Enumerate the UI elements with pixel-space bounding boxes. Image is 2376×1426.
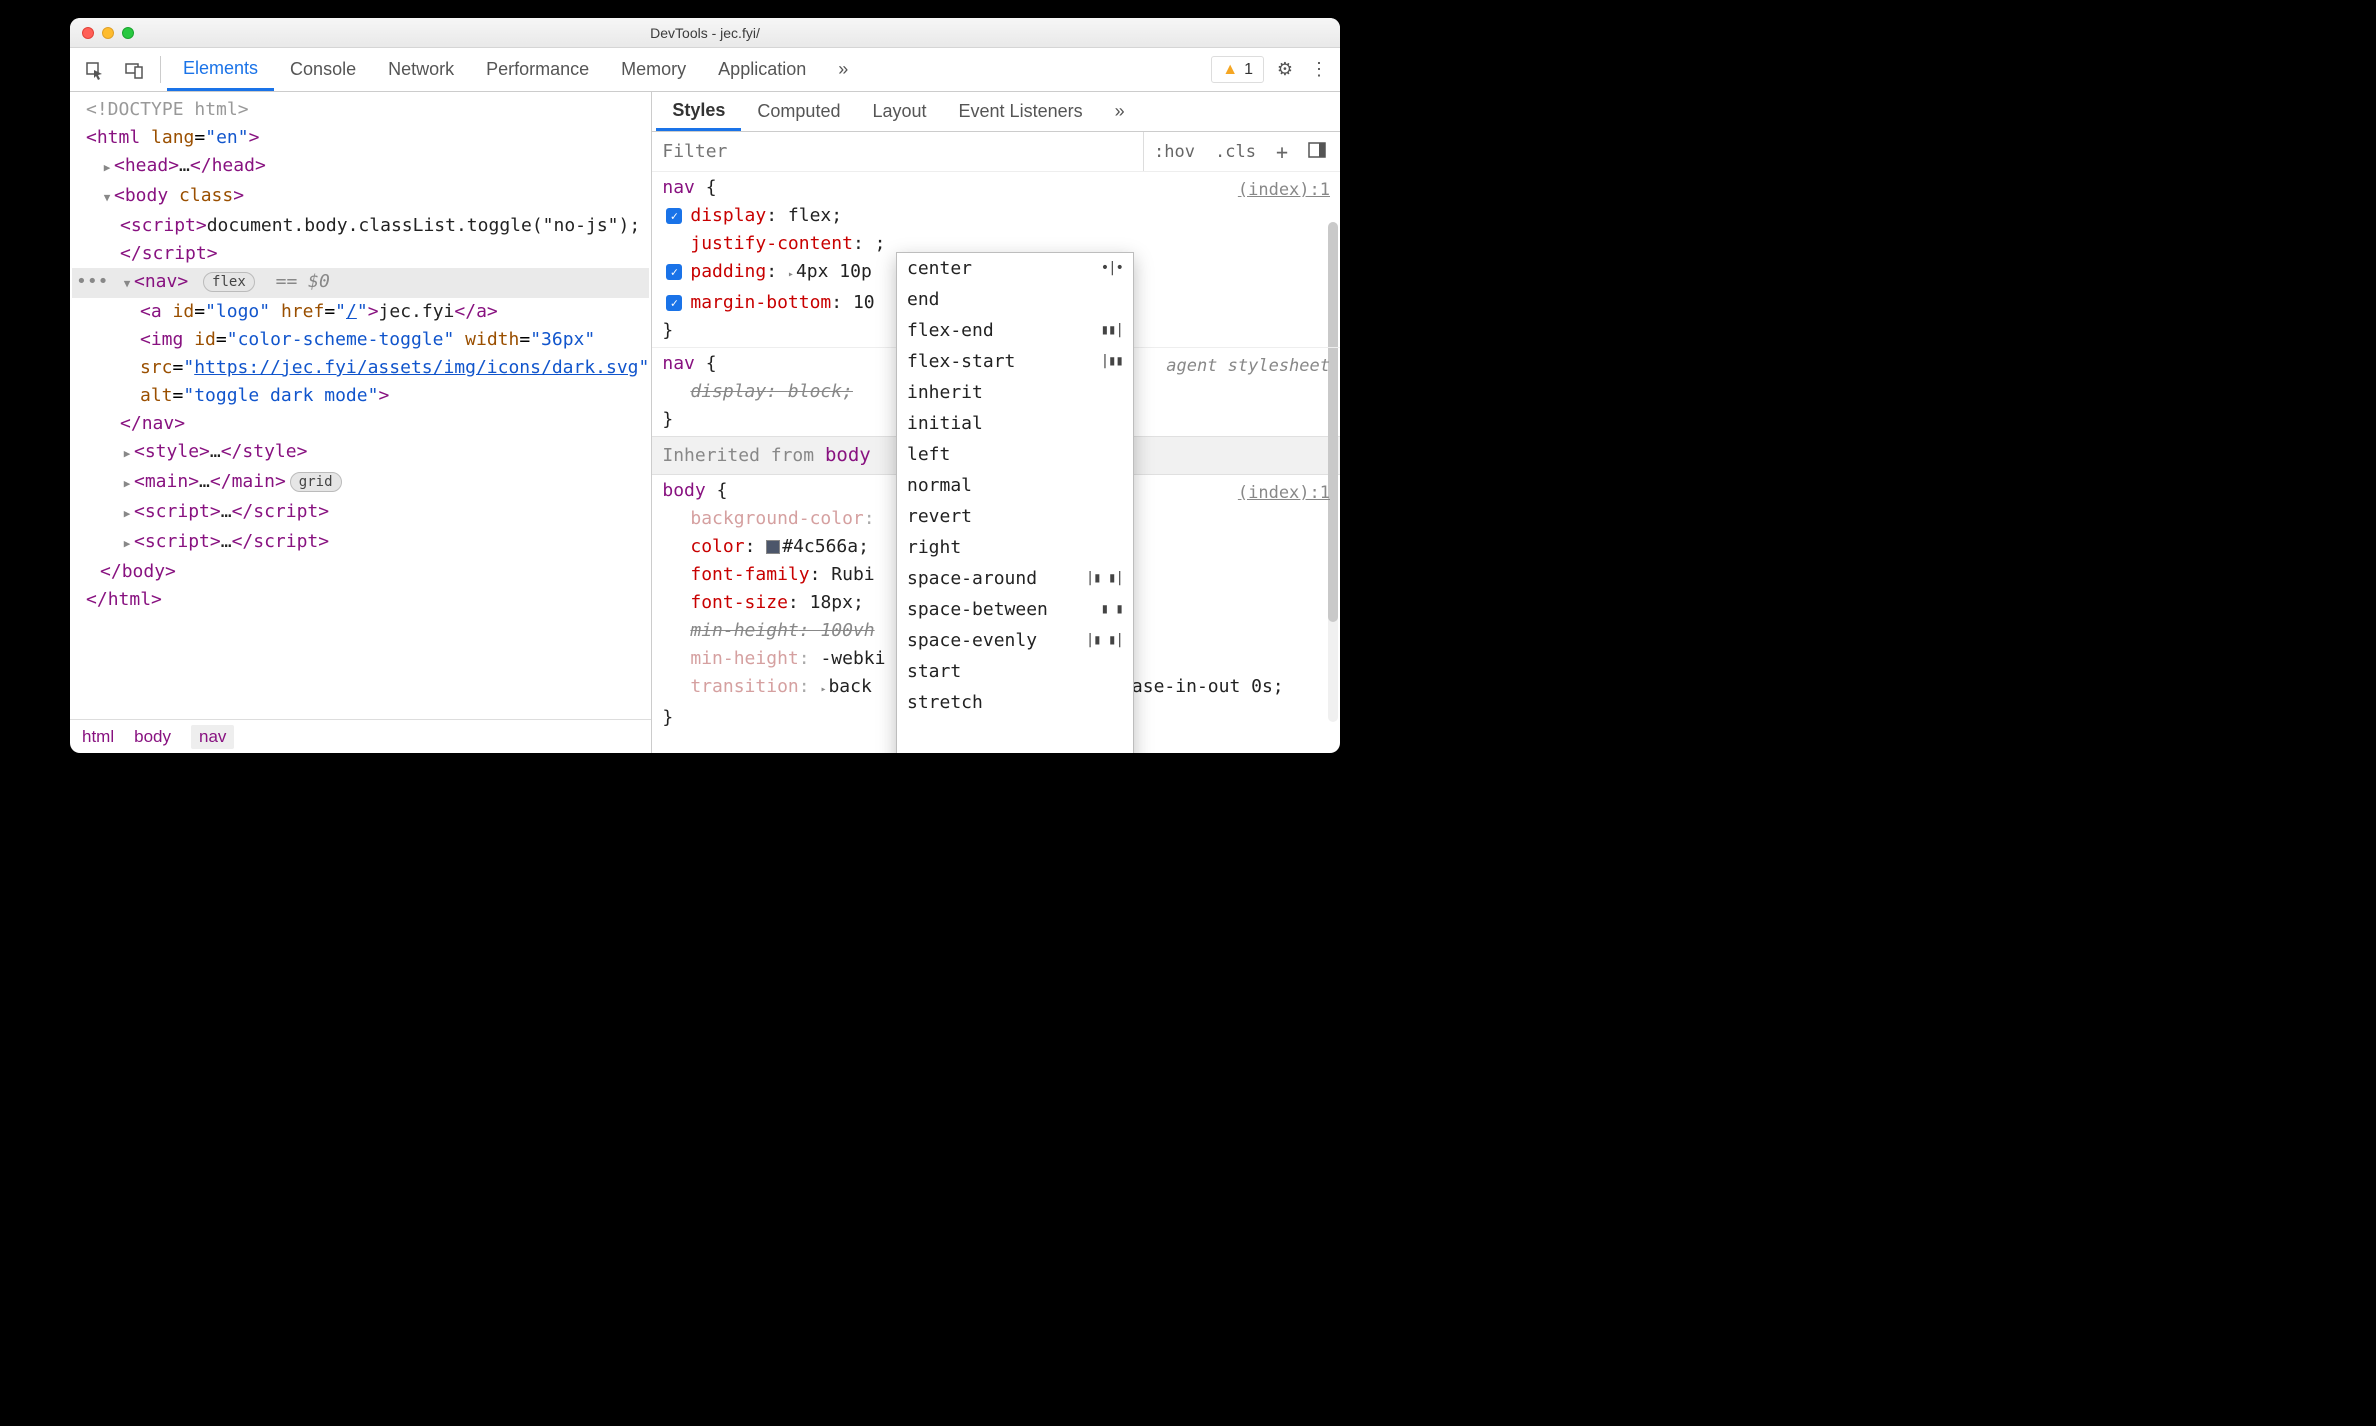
dd-option[interactable]: flex-end▮▮| [897, 315, 1133, 346]
filter-input[interactable] [652, 132, 1144, 171]
tab-console[interactable]: Console [274, 48, 372, 91]
expand-icon[interactable]: ▸ [820, 684, 826, 695]
elements-panel: <!DOCTYPE html> <html lang="en"> ▶<head>… [70, 92, 652, 753]
collapse-icon[interactable]: ▼ [120, 270, 134, 298]
dom-script-inline[interactable]: <script>document.body.classList.toggle("… [72, 212, 649, 268]
settings-icon[interactable]: ⚙ [1268, 48, 1302, 91]
sidebar-toggle-icon[interactable] [1298, 142, 1336, 162]
breadcrumb: html body nav [70, 719, 651, 753]
tab-memory[interactable]: Memory [605, 48, 702, 91]
color-swatch-icon[interactable] [766, 540, 780, 554]
align-icon: •|• [1101, 254, 1123, 283]
dd-option[interactable]: left [897, 439, 1133, 470]
dd-option[interactable]: stretch [897, 687, 1133, 718]
dd-option[interactable]: initial [897, 408, 1133, 439]
subtab-styles[interactable]: Styles [656, 92, 741, 131]
warning-icon: ▲ [1222, 61, 1238, 79]
crumb-html[interactable]: html [82, 727, 114, 747]
align-icon: ▮ ▮ [1101, 595, 1123, 624]
dom-img[interactable]: <img id="color-scheme-toggle" width="36p… [72, 326, 649, 410]
console-ref: == $0 [276, 271, 330, 292]
dom-main[interactable]: ▶<main>…</main>grid [72, 468, 649, 498]
checkbox-icon[interactable]: ✓ [666, 264, 682, 280]
dom-doctype[interactable]: <!DOCTYPE html> [72, 96, 649, 124]
dom-body-close[interactable]: </body> [72, 558, 649, 586]
tab-performance[interactable]: Performance [470, 48, 605, 91]
separator [160, 56, 161, 83]
dd-option[interactable]: normal [897, 470, 1133, 501]
autocomplete-dropdown[interactable]: center•|• end flex-end▮▮| flex-start|▮▮ … [896, 252, 1134, 753]
subtab-computed[interactable]: Computed [741, 92, 856, 131]
dd-option[interactable]: center•|• [897, 253, 1133, 284]
tab-elements[interactable]: Elements [167, 48, 274, 91]
cls-button[interactable]: .cls [1205, 142, 1266, 162]
dd-option[interactable]: space-evenly|▮ ▮| [897, 625, 1133, 656]
align-icon: |▮ ▮| [1086, 626, 1123, 655]
menu-icon[interactable]: ⋮ [1302, 48, 1336, 91]
expand-icon[interactable]: ▶ [120, 530, 134, 558]
source-link[interactable]: (index):1 [1238, 176, 1330, 204]
dd-option[interactable]: start [897, 656, 1133, 687]
dom-nav-selected[interactable]: ••• ▼<nav> flex == $0 [72, 268, 649, 298]
collapse-icon[interactable]: ▼ [100, 184, 114, 212]
styles-panel: Styles Computed Layout Event Listeners »… [652, 92, 1340, 753]
dom-head[interactable]: ▶<head>…</head> [72, 152, 649, 182]
device-toggle-icon[interactable] [114, 48, 154, 91]
warnings-badge[interactable]: ▲ 1 [1211, 56, 1264, 83]
expand-icon[interactable]: ▸ [788, 269, 794, 280]
dom-tree[interactable]: <!DOCTYPE html> <html lang="en"> ▶<head>… [70, 92, 651, 719]
dd-option[interactable]: space-between▮ ▮ [897, 594, 1133, 625]
dd-option[interactable]: flex-start|▮▮ [897, 346, 1133, 377]
source-link[interactable]: (index):1 [1238, 479, 1330, 507]
dd-option[interactable]: revert [897, 501, 1133, 532]
align-icon: |▮▮ [1101, 347, 1123, 376]
dd-option[interactable]: right [897, 532, 1133, 563]
selected-indicator-icon: ••• [72, 268, 109, 296]
dd-option[interactable]: space-around|▮ ▮| [897, 563, 1133, 594]
dom-script1[interactable]: ▶<script>…</script> [72, 498, 649, 528]
align-icon: |▮ ▮| [1086, 564, 1123, 593]
warning-count: 1 [1244, 61, 1253, 79]
dom-body-open[interactable]: ▼<body class> [72, 182, 649, 212]
checkbox-icon[interactable]: ✓ [666, 295, 682, 311]
inspect-icon[interactable] [74, 48, 114, 91]
styles-list[interactable]: (index):1 nav { ✓display: flex; justify-… [652, 172, 1340, 753]
tab-network[interactable]: Network [372, 48, 470, 91]
align-icon: ▮▮| [1101, 316, 1123, 345]
hov-button[interactable]: :hov [1144, 142, 1205, 162]
dom-nav-close[interactable]: </nav> [72, 410, 649, 438]
filter-bar: :hov .cls + [652, 132, 1340, 172]
dom-style[interactable]: ▶<style>…</style> [72, 438, 649, 468]
ua-source: agent stylesheet [1166, 352, 1330, 380]
crumb-nav[interactable]: nav [191, 725, 234, 749]
subtab-layout[interactable]: Layout [856, 92, 942, 131]
crumb-body[interactable]: body [134, 727, 171, 747]
dom-html-close[interactable]: </html> [72, 586, 649, 614]
expand-icon[interactable]: ▶ [120, 470, 134, 498]
dd-option[interactable]: end [897, 284, 1133, 315]
layout-badge-flex[interactable]: flex [203, 272, 255, 292]
dd-option[interactable]: inherit [897, 377, 1133, 408]
window-title: DevTools - jec.fyi/ [70, 25, 1340, 41]
dom-script2[interactable]: ▶<script>…</script> [72, 528, 649, 558]
checkbox-icon[interactable]: ✓ [666, 208, 682, 224]
subtab-event-listeners[interactable]: Event Listeners [943, 92, 1099, 131]
dom-a-logo[interactable]: <a id="logo" href="/">jec.fyi</a> [72, 298, 649, 326]
titlebar: DevTools - jec.fyi/ [70, 18, 1340, 48]
dom-html-open[interactable]: <html lang="en"> [72, 124, 649, 152]
expand-icon[interactable]: ▶ [100, 154, 114, 182]
layout-badge-grid[interactable]: grid [290, 472, 342, 492]
tab-application[interactable]: Application [702, 48, 822, 91]
new-rule-button[interactable]: + [1266, 140, 1298, 164]
main-toolbar: Elements Console Network Performance Mem… [70, 48, 1340, 92]
expand-icon[interactable]: ▶ [120, 440, 134, 468]
subtabs-overflow[interactable]: » [1099, 92, 1141, 131]
devtools-window: DevTools - jec.fyi/ Elements Console Net… [70, 18, 1340, 753]
styles-subtabs: Styles Computed Layout Event Listeners » [652, 92, 1340, 132]
expand-icon[interactable]: ▶ [120, 500, 134, 528]
tabs-overflow[interactable]: » [822, 48, 864, 91]
prop-display[interactable]: ✓display: flex; [662, 202, 1330, 230]
